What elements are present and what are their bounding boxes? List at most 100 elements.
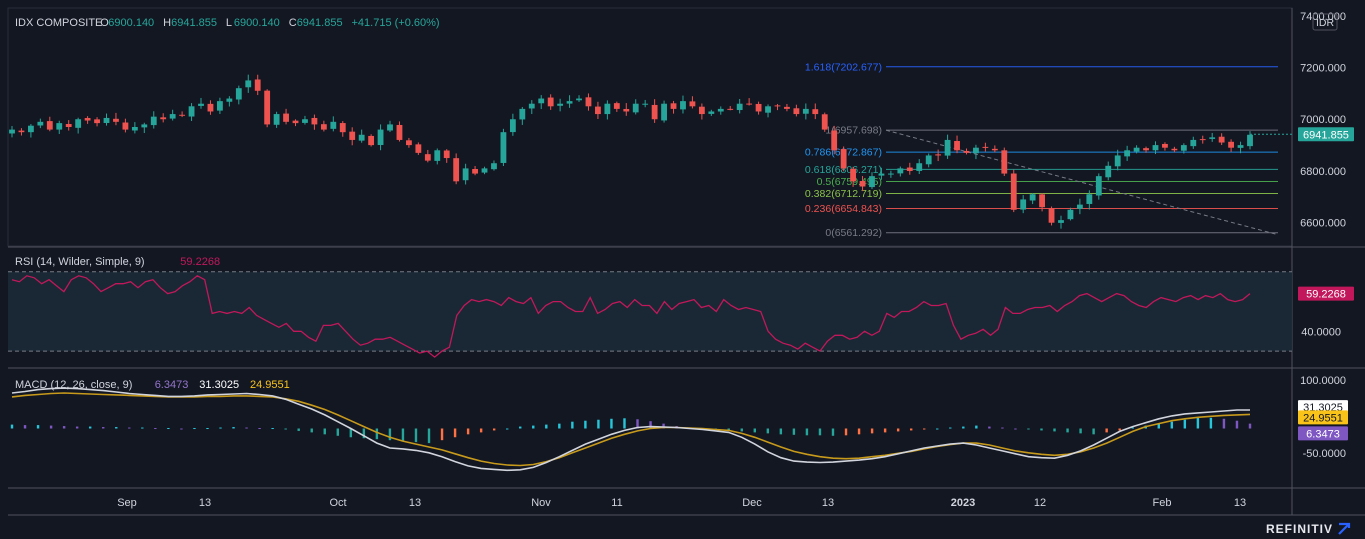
candle-body <box>273 114 280 125</box>
macd-histogram-bar <box>453 428 457 438</box>
time-axis-tick: 13 <box>822 497 834 509</box>
time-axis-tick: Feb <box>1153 497 1172 509</box>
time-axis-tick: 2023 <box>951 497 975 509</box>
macd-histogram-bar <box>532 425 535 429</box>
macd-histogram-bar <box>258 428 261 430</box>
candle-body <box>462 168 469 181</box>
candle-body <box>368 135 375 146</box>
candle-body <box>339 123 346 133</box>
macd-histogram-bar <box>401 428 405 442</box>
candle-body <box>443 150 450 159</box>
macd-histogram-bar <box>883 428 887 433</box>
fib-level-label: 0.236(6654.843) <box>805 203 882 215</box>
candle-body <box>320 124 327 130</box>
macd-histogram-bar <box>909 428 913 431</box>
candle-body <box>226 98 233 102</box>
candle-body <box>632 103 639 113</box>
candle-body <box>925 155 932 165</box>
candle-body <box>131 127 138 131</box>
candle-body <box>292 120 299 124</box>
macd-histogram-bar <box>584 420 587 429</box>
candle-body <box>1039 194 1045 208</box>
candle-body <box>1228 141 1235 148</box>
candle-body <box>377 129 384 146</box>
last-price-label: 6941.855 <box>1303 129 1349 141</box>
candle-body <box>75 119 82 128</box>
candle-body <box>141 124 148 128</box>
low-label: L <box>226 17 232 29</box>
rsi-title: RSI (14, Wilder, Simple, 9) <box>15 256 145 268</box>
macd-histogram-bar <box>128 427 131 429</box>
macd-title: MACD (12, 26, close, 9) <box>15 379 132 391</box>
candle-body <box>774 105 781 107</box>
candle-body <box>481 168 488 173</box>
rsi-value-badge-label: 59.2268 <box>1306 289 1346 301</box>
candle-body <box>906 167 913 171</box>
macd-histogram-bar <box>571 421 574 429</box>
candle-body <box>349 131 356 140</box>
high-value: 6941.855 <box>171 17 217 29</box>
candle-body <box>406 140 412 146</box>
candle-body <box>235 88 242 100</box>
macd-histogram-bar <box>388 428 392 441</box>
candle-body <box>1095 176 1102 196</box>
macd-legend-signal: 24.9551 <box>250 379 290 391</box>
macd-histogram-bar <box>167 428 170 430</box>
candle-body <box>821 114 828 130</box>
macd-histogram-bar <box>219 427 222 429</box>
candle-body <box>94 119 100 124</box>
candle-body <box>434 150 441 161</box>
candle-body <box>1067 209 1074 220</box>
candle-body <box>661 103 667 121</box>
macd-histogram-bar <box>857 428 861 435</box>
candle-body <box>27 125 34 133</box>
candle-body <box>46 121 53 130</box>
candle-body <box>1058 220 1064 223</box>
change-value: +41.715 (+0.60%) <box>352 17 440 29</box>
time-axis-tick: Sep <box>117 497 137 509</box>
candle-body <box>954 141 960 151</box>
macd-histogram-bar <box>988 426 991 429</box>
currency-label: IDR <box>1316 17 1335 29</box>
candle-body <box>217 101 223 111</box>
macd-histogram-bar <box>1027 428 1030 430</box>
macd-histogram-bar <box>193 428 196 430</box>
candle-body <box>1114 155 1121 167</box>
macd-histogram-bar <box>440 428 444 441</box>
low-value: 6900.140 <box>234 17 280 29</box>
trading-chart[interactable]: 7400.000 7200.000 7000.000 6800.000 6600.000… <box>0 0 1365 539</box>
fib-level-label: 0.382(6712.719) <box>805 188 882 200</box>
macd-histogram-bar <box>180 428 183 430</box>
candle-body <box>698 106 705 115</box>
macd-histogram-bar <box>1040 428 1043 431</box>
candle-body <box>179 114 186 116</box>
candle-body <box>1171 148 1178 151</box>
macd-histogram-bar <box>623 418 626 429</box>
candle-body <box>56 123 63 130</box>
candle-body <box>1247 134 1253 147</box>
macd-histogram-bar <box>779 428 783 435</box>
macd-histogram-bar <box>245 427 248 429</box>
macd-histogram-bar <box>23 425 27 429</box>
candle-body <box>727 108 734 110</box>
macd-histogram-bar <box>62 426 66 429</box>
macd-histogram-bar <box>1235 420 1239 429</box>
chart-canvas[interactable]: 7400.0007200.0007000.0006800.0006600.000… <box>0 0 1365 539</box>
open-value: 6900.140 <box>108 17 154 29</box>
candle-body <box>18 130 25 133</box>
candle-body <box>519 108 526 120</box>
macd-histogram-bar <box>154 428 157 430</box>
candle-body <box>1029 194 1036 201</box>
candle-body <box>302 119 308 123</box>
candle-body <box>869 176 875 188</box>
candle-body <box>500 132 507 163</box>
macd-histogram-bar <box>766 428 770 434</box>
candle-body <box>680 101 686 110</box>
candle-body <box>755 103 762 112</box>
macd-histogram-bar <box>206 428 209 430</box>
candle-body <box>1199 139 1206 141</box>
candle-body <box>1010 173 1017 210</box>
candle-body <box>717 108 724 112</box>
candle-body <box>1086 194 1093 204</box>
macd-histogram-bar <box>610 418 613 429</box>
